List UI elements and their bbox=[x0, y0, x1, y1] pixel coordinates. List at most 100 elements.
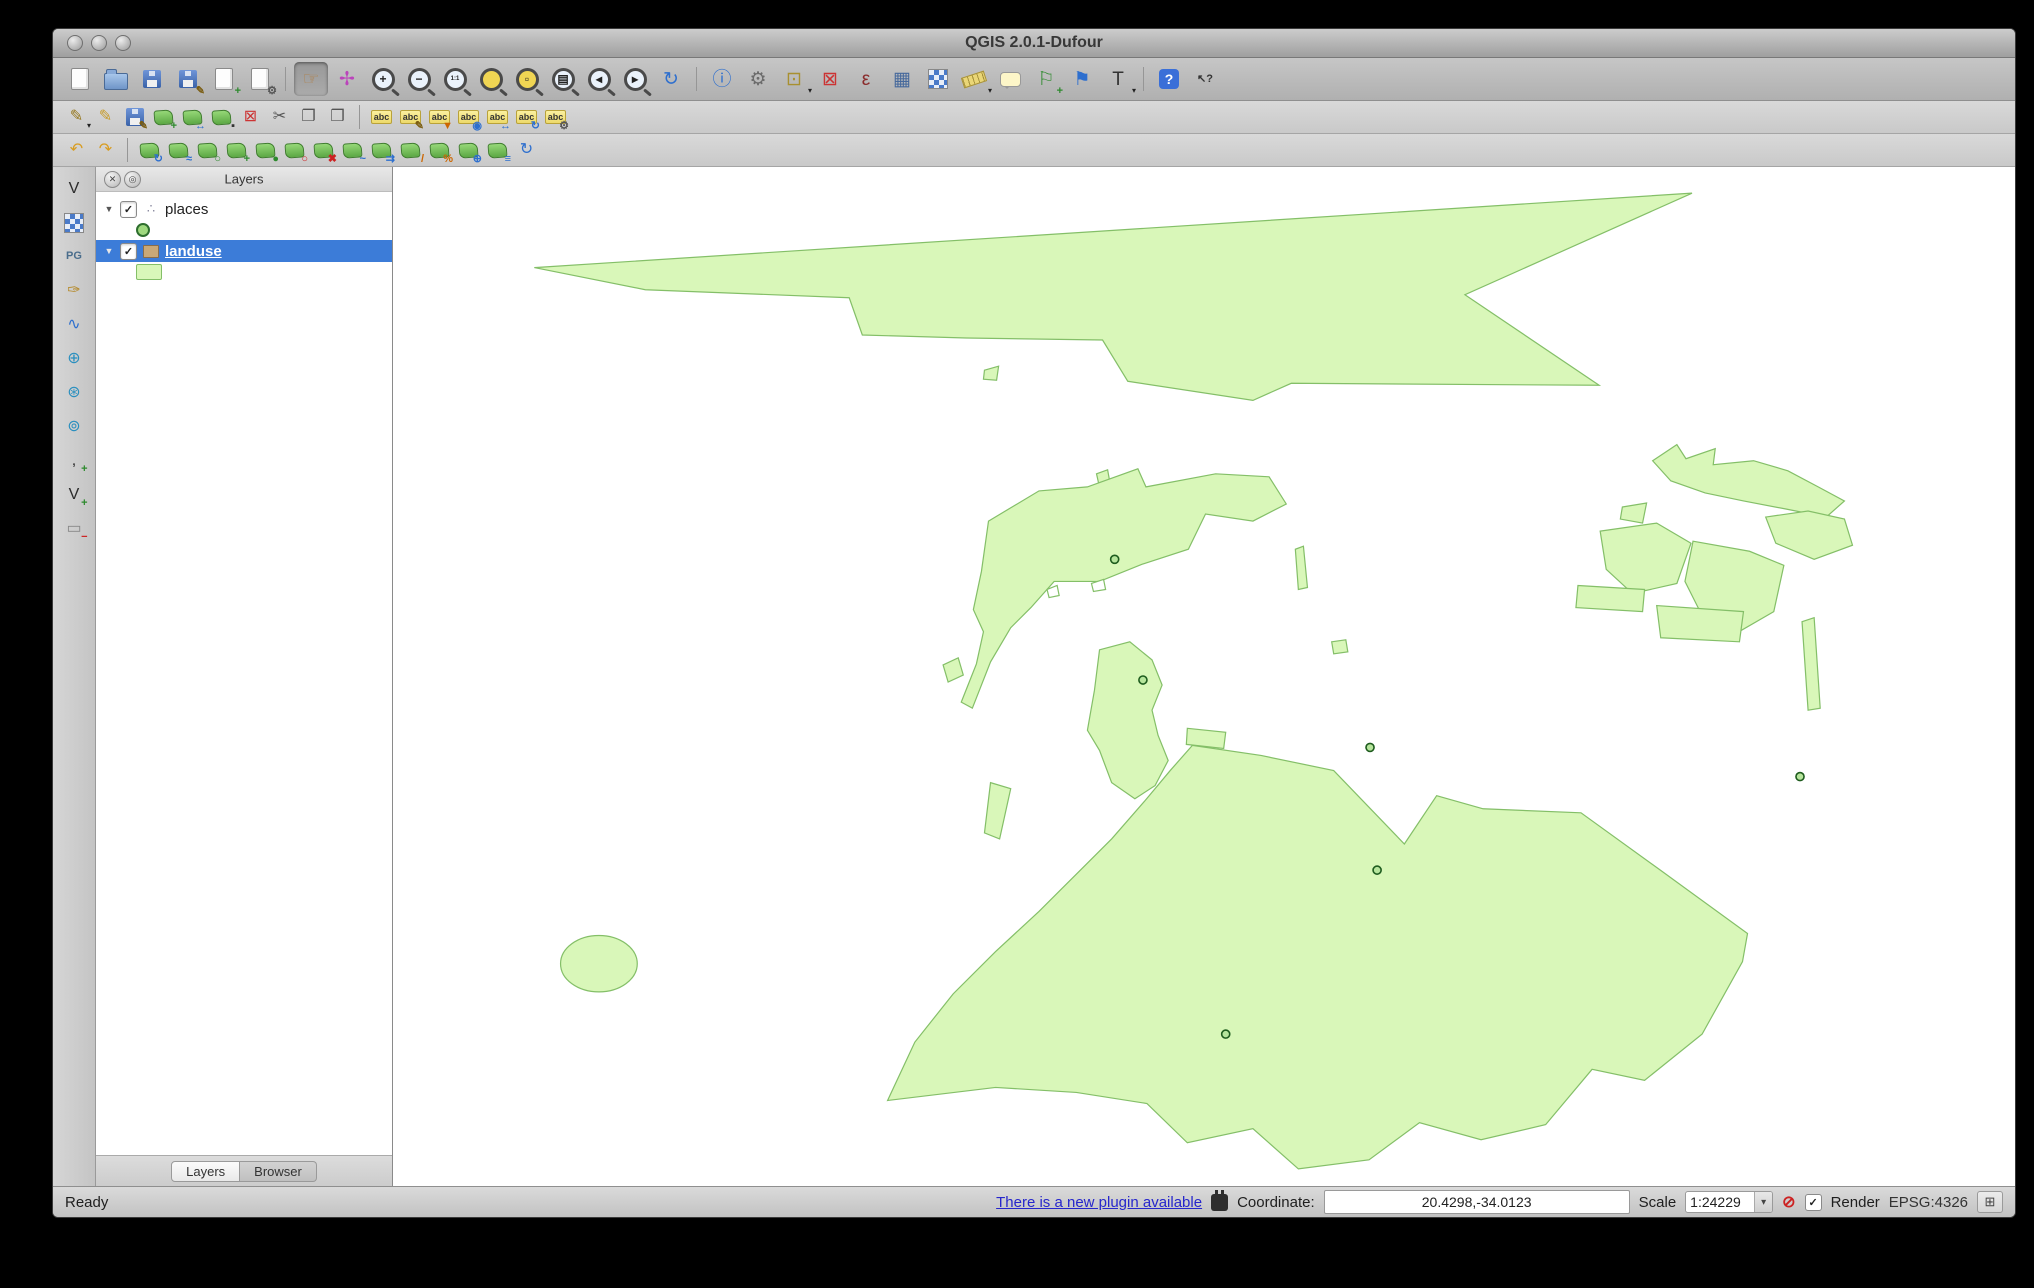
identify-features[interactable]: ⓘ bbox=[705, 62, 739, 96]
split-features[interactable]: / bbox=[397, 137, 424, 164]
help-contents[interactable]: ? bbox=[1152, 62, 1186, 96]
minimize-button[interactable] bbox=[91, 35, 107, 51]
select-features[interactable]: ⊡▾ bbox=[777, 62, 811, 96]
simplify-feature[interactable]: ≈ bbox=[165, 137, 192, 164]
layer-row-places[interactable]: ▼ ✓ ∴ places bbox=[96, 198, 392, 220]
zoom-last[interactable]: ◂ bbox=[582, 62, 616, 96]
new-print-composer[interactable]: + bbox=[207, 62, 241, 96]
panel-float-button[interactable]: ◎ bbox=[124, 171, 141, 188]
stop-rendering-button[interactable]: ⊘ bbox=[1782, 1192, 1795, 1212]
change-label[interactable]: abc✎ bbox=[397, 104, 424, 131]
merge-attributes[interactable]: ≡ bbox=[484, 137, 511, 164]
rotate-point-symbols[interactable]: ↻ bbox=[513, 137, 540, 164]
pan-map[interactable]: ☞ bbox=[294, 62, 328, 96]
merge-features[interactable]: ⊕ bbox=[455, 137, 482, 164]
select-by-expression[interactable]: ε bbox=[849, 62, 883, 96]
reshape-features[interactable]: ~ bbox=[339, 137, 366, 164]
whats-this[interactable]: ↖? bbox=[1188, 62, 1222, 96]
add-vector-layer[interactable]: V bbox=[61, 175, 88, 202]
scale-input[interactable] bbox=[1686, 1193, 1754, 1211]
expand-arrow-icon[interactable]: ▼ bbox=[104, 204, 114, 214]
zoom-button[interactable] bbox=[115, 35, 131, 51]
coordinate-input[interactable] bbox=[1324, 1190, 1630, 1214]
add-wfs-layer[interactable]: ⊚ bbox=[61, 413, 88, 440]
move-label[interactable]: abc↔ bbox=[484, 104, 511, 131]
add-delimited-text-layer[interactable]: ,+ bbox=[61, 447, 88, 474]
zoom-to-selection[interactable]: ▫ bbox=[510, 62, 544, 96]
move-feature[interactable]: ↔ bbox=[179, 104, 206, 131]
show-bookmarks[interactable]: ⚑ bbox=[1065, 62, 1099, 96]
pin-labels[interactable]: abc▼ bbox=[426, 104, 453, 131]
node-tool[interactable]: ▪ bbox=[208, 104, 235, 131]
measure-line[interactable]: ▾ bbox=[957, 62, 991, 96]
pan-to-selection[interactable]: ✢ bbox=[330, 62, 364, 96]
split-parts[interactable]: % bbox=[426, 137, 453, 164]
save-project-as[interactable]: ✎ bbox=[171, 62, 205, 96]
add-ring[interactable]: ○ bbox=[194, 137, 221, 164]
open-project[interactable] bbox=[99, 62, 133, 96]
add-wms-layer[interactable]: ⊕ bbox=[61, 345, 88, 372]
rotate-label[interactable]: abc↻ bbox=[513, 104, 540, 131]
places-visibility-checkbox[interactable]: ✓ bbox=[120, 201, 137, 218]
run-feature-action[interactable]: ⚙ bbox=[741, 62, 775, 96]
toggle-editing[interactable]: ✎ bbox=[92, 104, 119, 131]
new-bookmark[interactable]: ⚐+ bbox=[1029, 62, 1063, 96]
new-project[interactable] bbox=[63, 62, 97, 96]
labeling[interactable]: abc bbox=[368, 104, 395, 131]
map-canvas[interactable] bbox=[393, 167, 2015, 1186]
panel-close-button[interactable]: ✕ bbox=[104, 171, 121, 188]
add-wcs-layer[interactable]: ⊛ bbox=[61, 379, 88, 406]
crs-status-button[interactable]: ⊞ bbox=[1977, 1191, 2003, 1213]
open-attribute-table[interactable]: ▦ bbox=[885, 62, 919, 96]
save-layer-edits[interactable]: ✎ bbox=[121, 104, 148, 131]
offset-curve[interactable]: ⇉ bbox=[368, 137, 395, 164]
zoom-out[interactable]: − bbox=[402, 62, 436, 96]
show-hide-labels[interactable]: abc◉ bbox=[455, 104, 482, 131]
landuse-visibility-checkbox[interactable]: ✓ bbox=[120, 243, 137, 260]
remove-layer[interactable]: ▭− bbox=[61, 515, 88, 542]
refresh-map[interactable]: ↻ bbox=[654, 62, 688, 96]
scale-combo[interactable]: ▾ bbox=[1685, 1191, 1773, 1213]
current-edits[interactable]: ✎▾ bbox=[63, 104, 90, 131]
label-properties[interactable]: abc⚙ bbox=[542, 104, 569, 131]
tab-browser[interactable]: Browser bbox=[240, 1161, 317, 1182]
text-annotation[interactable]: T▾ bbox=[1101, 62, 1135, 96]
close-button[interactable] bbox=[67, 35, 83, 51]
zoom-native[interactable]: 1:1 bbox=[438, 62, 472, 96]
field-calculator[interactable] bbox=[921, 62, 955, 96]
tab-layers[interactable]: Layers bbox=[171, 1161, 240, 1182]
new-shapefile-layer[interactable]: V+ bbox=[61, 481, 88, 508]
add-raster-layer[interactable] bbox=[61, 209, 88, 236]
rotate-feature[interactable]: ↻ bbox=[136, 137, 163, 164]
copy-features[interactable]: ❐ bbox=[295, 104, 322, 131]
layer-row-landuse[interactable]: ▼ ✓ landuse bbox=[96, 240, 392, 262]
fill-ring[interactable]: ● bbox=[252, 137, 279, 164]
delete-selected[interactable]: ⊠ bbox=[237, 104, 264, 131]
delete-ring[interactable]: ○ bbox=[281, 137, 308, 164]
add-feature[interactable]: + bbox=[150, 104, 177, 131]
landuse-polygon bbox=[561, 936, 638, 992]
zoom-to-layer[interactable]: ▤ bbox=[546, 62, 580, 96]
add-part[interactable]: + bbox=[223, 137, 250, 164]
delete-part[interactable]: ✖ bbox=[310, 137, 337, 164]
plugin-icon[interactable] bbox=[1211, 1194, 1228, 1211]
zoom-next[interactable]: ▸ bbox=[618, 62, 652, 96]
add-mssql-layer[interactable]: ∿ bbox=[61, 311, 88, 338]
zoom-in[interactable]: + bbox=[366, 62, 400, 96]
zoom-full[interactable] bbox=[474, 62, 508, 96]
cut-features[interactable]: ✂ bbox=[266, 104, 293, 131]
plugin-available-link[interactable]: There is a new plugin available bbox=[996, 1194, 1202, 1211]
save-project[interactable] bbox=[135, 62, 169, 96]
map-tips[interactable] bbox=[993, 62, 1027, 96]
paste-features[interactable]: ❒ bbox=[324, 104, 351, 131]
render-checkbox[interactable]: ✓ bbox=[1805, 1194, 1822, 1211]
scale-dropdown-icon[interactable]: ▾ bbox=[1754, 1192, 1772, 1212]
deselect-features[interactable]: ⊠ bbox=[813, 62, 847, 96]
undo[interactable]: ↶ bbox=[63, 137, 90, 164]
composer-manager[interactable]: ⚙ bbox=[243, 62, 277, 96]
expand-arrow-icon[interactable]: ▼ bbox=[104, 246, 114, 256]
titlebar[interactable]: QGIS 2.0.1-Dufour bbox=[53, 29, 2015, 58]
redo[interactable]: ↷ bbox=[92, 137, 119, 164]
add-spatialite-layer[interactable]: ✑ bbox=[61, 277, 88, 304]
add-postgis-layer[interactable]: PG bbox=[61, 243, 88, 270]
